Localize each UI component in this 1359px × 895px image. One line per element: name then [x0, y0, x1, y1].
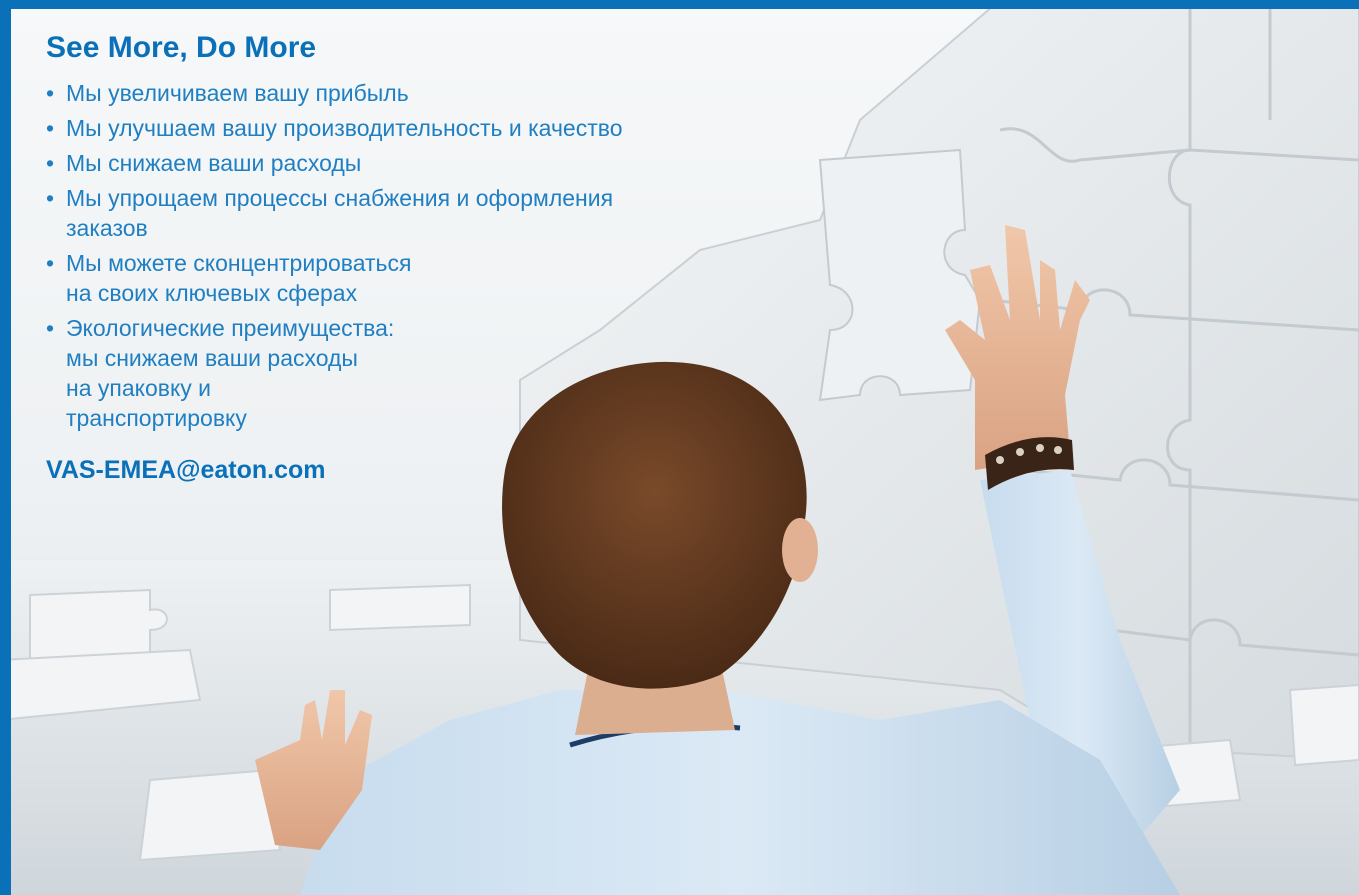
text-panel: See More, Do More • Мы увеличиваем вашу … [46, 30, 866, 485]
bullet-icon: • [46, 185, 55, 211]
bullet-icon: • [46, 250, 55, 276]
bullet-icon: • [46, 315, 55, 341]
benefit-item: • Мы улучшаем вашу производительность и … [46, 113, 866, 143]
benefit-text: на упаковку и [66, 375, 212, 401]
benefit-text: Мы увеличиваем вашу прибыль [66, 80, 409, 106]
benefit-text: Мы можете сконцентрироваться [66, 250, 412, 276]
benefit-text: заказов [66, 215, 148, 241]
benefit-item: • Мы снижаем ваши расходы [46, 148, 866, 178]
benefit-text: мы снижаем ваши расходы [66, 345, 358, 371]
left-brand-edge [0, 0, 11, 895]
benefit-text: транспортировку [66, 405, 247, 431]
benefit-item: • Мы увеличиваем вашу прибыль [46, 78, 866, 108]
bullet-icon: • [46, 115, 55, 141]
benefit-text: на своих ключевых сферах [66, 280, 358, 306]
bullet-icon: • [46, 80, 55, 106]
benefit-text: Мы снижаем ваши расходы [66, 150, 362, 176]
bullet-icon: • [46, 150, 55, 176]
benefit-text: Экологические преимущества: [66, 315, 395, 341]
contact-email[interactable]: VAS-EMEA@eaton.com [46, 455, 866, 485]
benefit-item: • Экологические преимущества: мы снижаем… [46, 313, 866, 433]
headline: See More, Do More [46, 31, 317, 64]
benefit-item: • Мы можете сконцентрироваться на своих … [46, 248, 866, 308]
benefit-item: • Мы упрощаем процессы снабжения и оформ… [46, 183, 866, 243]
benefits-list: • Мы увеличиваем вашу прибыль • Мы улучш… [46, 78, 866, 433]
brochure-page: See More, Do More • Мы увеличиваем вашу … [0, 0, 1359, 895]
benefit-text: Мы улучшаем вашу производительность и ка… [66, 115, 623, 141]
benefit-text: Мы упрощаем процессы снабжения и оформле… [66, 185, 614, 211]
top-brand-bar [0, 0, 1359, 9]
